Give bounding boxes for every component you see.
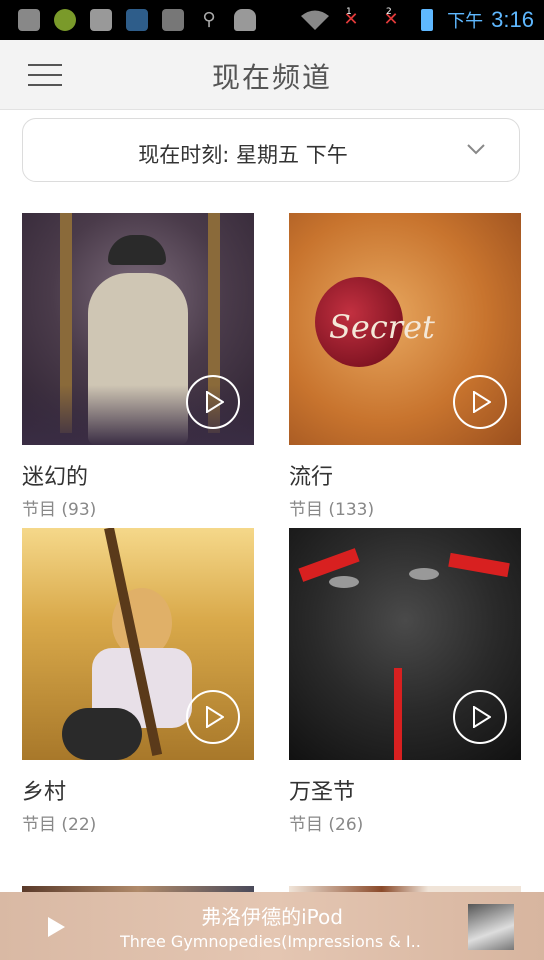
signal-1-icon: 1 ✕ — [340, 7, 362, 31]
album-art[interactable] — [468, 904, 514, 950]
page-title: 现在频道 — [211, 61, 332, 94]
now-playing-track: Three Gymnopedies(Impressions & I... — [120, 932, 420, 951]
channel-program-count: 节目 (26) — [289, 815, 364, 835]
signal-2-icon: 2 ✕ — [380, 7, 402, 31]
channel-program-count: 节目 (133) — [289, 500, 375, 520]
play-icon[interactable] — [186, 690, 240, 744]
channel-name: 万圣节 — [289, 780, 356, 805]
status-ampm: 下午 — [447, 11, 484, 32]
channel-name: 流行 — [289, 465, 334, 490]
status-clock: 下午 3:16 — [421, 0, 534, 40]
now-playing-station: 弗洛伊德的iPod — [201, 905, 343, 929]
channel-thumbnail[interactable]: Secret — [289, 213, 521, 445]
channel-program-count: 节目 (93) — [22, 500, 97, 520]
channel-name: 乡村 — [22, 780, 67, 805]
app-l-icon — [126, 9, 148, 31]
channel-thumbnail[interactable] — [22, 528, 254, 760]
play-icon[interactable] — [453, 690, 507, 744]
channel-card-halloween[interactable]: 万圣节 节目 (26) — [289, 528, 521, 835]
channel-name: 迷幻的 — [22, 465, 89, 490]
app-icon — [54, 9, 76, 31]
android-icon — [234, 9, 256, 31]
channel-program-count: 节目 (22) — [22, 815, 97, 835]
sim2-label: 2 — [386, 7, 392, 17]
app-bar: 现在频道 — [0, 40, 544, 110]
channel-thumbnail[interactable] — [289, 528, 521, 760]
chevron-down-icon — [467, 144, 485, 155]
time-selector-label: 现在时刻: 星期五 下午 — [138, 143, 348, 167]
check-icon — [162, 9, 184, 31]
play-icon[interactable] — [186, 375, 240, 429]
status-bar: ⚲ 1 ✕ 2 ✕ 下午 3:16 — [0, 0, 544, 40]
usb-icon: ⚲ — [202, 9, 216, 30]
time-selector-dropdown[interactable]: 现在时刻: 星期五 下午 — [22, 118, 520, 182]
status-time: 3:16 — [491, 7, 534, 32]
channel-thumbnail[interactable] — [22, 213, 254, 445]
wifi-icon — [300, 9, 330, 31]
channel-card-country[interactable]: 乡村 节目 (22) — [22, 528, 254, 835]
sim1-label: 1 — [346, 7, 352, 17]
clipboard-icon — [90, 9, 112, 31]
add-icon — [18, 9, 40, 31]
play-icon[interactable] — [453, 375, 507, 429]
now-playing-bar[interactable]: 弗洛伊德的iPod Three Gymnopedies(Impressions … — [0, 892, 544, 960]
channel-card-psychedelic[interactable]: 迷幻的 节目 (93) — [22, 213, 254, 520]
battery-icon — [421, 9, 434, 31]
channel-card-pop[interactable]: Secret 流行 节目 (133) — [289, 213, 521, 520]
